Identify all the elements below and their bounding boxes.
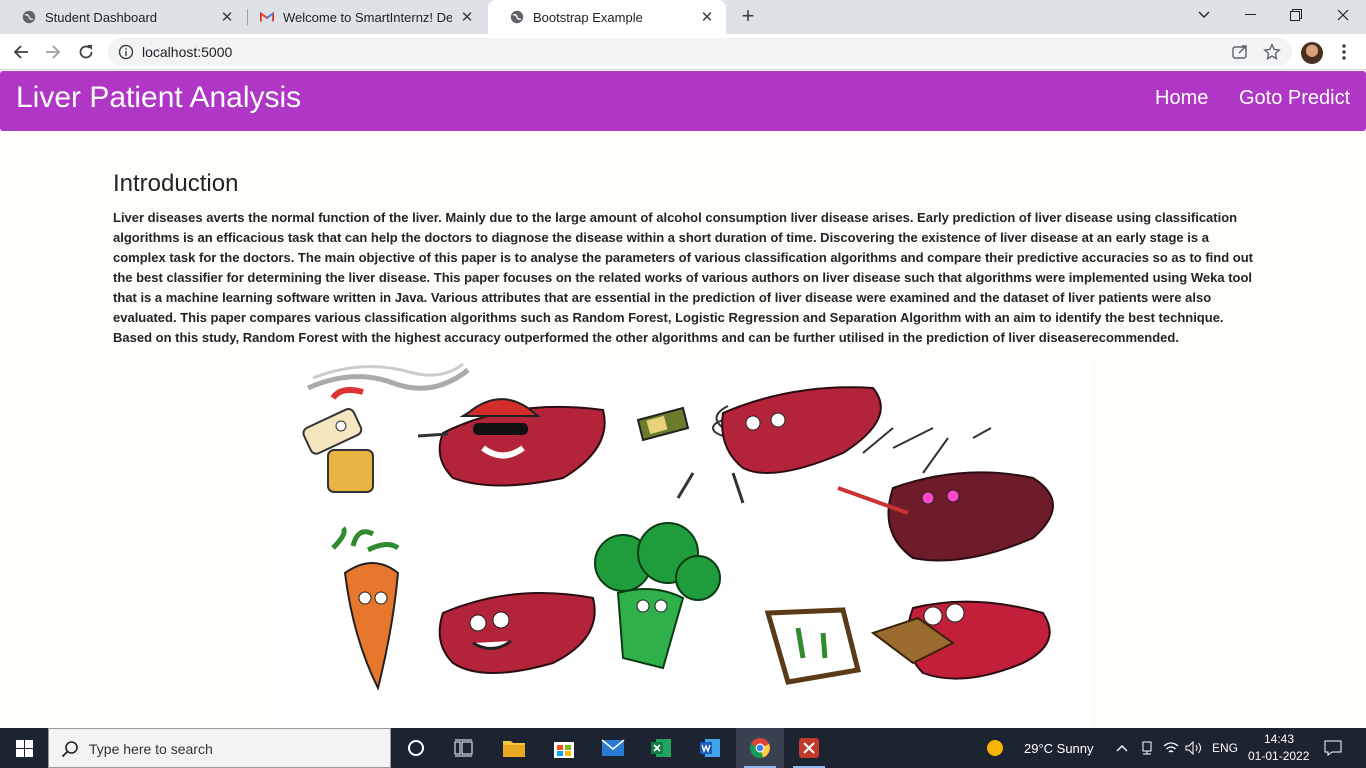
cortana-icon[interactable] [392, 728, 440, 768]
address-bar[interactable]: localhost:5000 [108, 38, 1292, 66]
browser-toolbar: localhost:5000 [0, 34, 1366, 70]
clock-date[interactable]: 01-01-2022 [1248, 749, 1309, 763]
back-arrow-icon[interactable] [9, 40, 33, 64]
volume-icon[interactable] [1183, 728, 1205, 768]
intro-paragraph: Liver diseases averts the normal functio… [113, 210, 1253, 345]
snipping-tool-icon[interactable] [785, 728, 833, 768]
new-tab-icon[interactable]: + [737, 5, 759, 28]
restore-icon[interactable] [1273, 0, 1319, 30]
forward-arrow-icon[interactable] [41, 40, 65, 64]
close-tab-icon[interactable]: ✕ [698, 8, 716, 26]
language-indicator[interactable]: ENG [1212, 741, 1238, 755]
close-window-icon[interactable] [1320, 0, 1366, 30]
chrome-icon[interactable] [736, 728, 784, 768]
network-icon[interactable] [1137, 728, 1157, 768]
weather-sun-icon[interactable] [980, 728, 1010, 768]
share-icon[interactable] [1231, 43, 1249, 61]
wifi-icon[interactable] [1160, 728, 1182, 768]
browser-menu-icon[interactable] [1336, 42, 1352, 62]
nav-goto-predict-link[interactable]: Goto Predict [1239, 87, 1350, 110]
search-icon [61, 740, 79, 758]
tab-title: Student Dashboard [45, 9, 158, 25]
intro-heading: Introduction [113, 170, 239, 197]
reload-icon[interactable] [74, 40, 98, 64]
tab-title: Welcome to SmartInternz! Deligh [283, 9, 452, 25]
browser-tabstrip: Student Dashboard ✕ Welcome to SmartInte… [0, 0, 1366, 34]
taskbar-search-box[interactable]: Type here to search [48, 728, 391, 768]
bookmark-star-icon[interactable] [1263, 43, 1281, 61]
excel-icon[interactable] [637, 728, 685, 768]
tray-chevron-up-icon[interactable] [1112, 728, 1132, 768]
profile-avatar[interactable] [1301, 42, 1323, 64]
url-text: localhost:5000 [142, 44, 233, 60]
weather-text[interactable]: 29°C Sunny [1024, 741, 1094, 756]
liver-cartoon-illustration [273, 358, 1093, 728]
mail-icon[interactable] [589, 728, 637, 768]
brand-title[interactable]: Liver Patient Analysis [16, 81, 301, 115]
gmail-icon [260, 10, 274, 24]
notification-icon[interactable] [1318, 728, 1348, 768]
clock-time[interactable]: 14:43 [1264, 732, 1294, 746]
windows-start-icon[interactable] [0, 728, 48, 768]
globe-icon [510, 10, 524, 24]
tab-title: Bootstrap Example [533, 9, 643, 25]
site-navbar: Liver Patient Analysis Home Goto Predict [0, 71, 1366, 131]
close-tab-icon[interactable]: ✕ [458, 8, 476, 26]
close-tab-icon[interactable]: ✕ [218, 8, 236, 26]
search-placeholder: Type here to search [89, 741, 213, 757]
tab-smartinternz[interactable]: Welcome to SmartInternz! Deligh ✕ [238, 0, 486, 34]
task-view-icon[interactable] [440, 728, 488, 768]
word-icon[interactable] [686, 728, 734, 768]
file-explorer-icon[interactable] [490, 728, 538, 768]
minimize-icon[interactable] [1227, 0, 1273, 30]
globe-icon [22, 10, 36, 24]
nav-home-link[interactable]: Home [1155, 87, 1208, 110]
windows-taskbar: Type here to search 29°C Sunny ENG 14:43… [0, 728, 1366, 768]
microsoft-store-icon[interactable] [540, 728, 588, 768]
tab-bootstrap-example[interactable]: Bootstrap Example ✕ [488, 0, 726, 34]
tab-search-chevron-icon[interactable] [1181, 0, 1227, 30]
site-info-icon[interactable] [118, 44, 134, 60]
tab-student-dashboard[interactable]: Student Dashboard ✕ [0, 0, 246, 34]
